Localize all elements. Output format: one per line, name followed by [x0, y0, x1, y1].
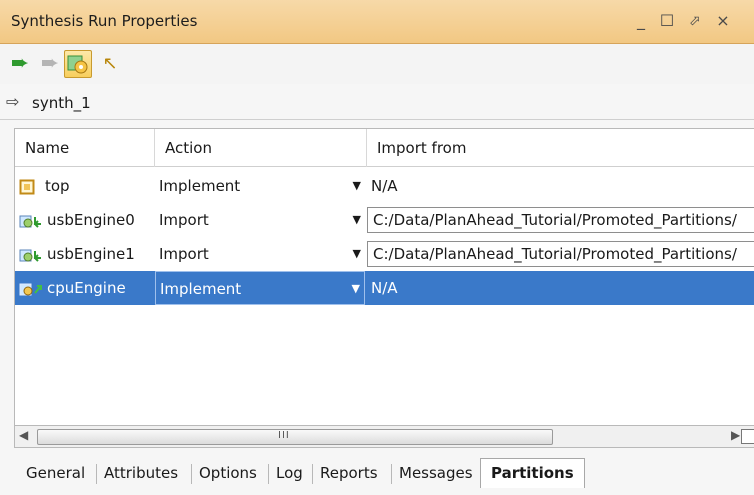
forward-arrow-icon[interactable]: ➨: [36, 50, 64, 78]
tab-general[interactable]: General: [26, 464, 85, 482]
tab-divider: [268, 464, 269, 484]
breadcrumb: ⇨ synth_1: [0, 86, 754, 120]
action-dropdown[interactable]: Import ▼: [155, 237, 365, 271]
tab-divider: [312, 464, 313, 484]
scroll-left-icon[interactable]: ◀: [19, 428, 28, 442]
tab-reports[interactable]: Reports: [320, 464, 378, 482]
action-value: Import: [159, 211, 209, 229]
toolbar: ➨ ➨ ↖: [0, 44, 754, 84]
tab-log[interactable]: Log: [276, 464, 303, 482]
table-row[interactable]: usbEngine1 Import ▼ C:/Data/PlanAhead_Tu…: [15, 237, 754, 271]
row-name: top: [45, 177, 70, 195]
tab-partitions[interactable]: Partitions: [480, 458, 585, 488]
action-value: Implement: [159, 177, 241, 195]
row-name: cpuEngine: [47, 279, 126, 297]
maximize-icon[interactable]: ☐: [656, 9, 678, 33]
corner-icon: [741, 429, 754, 444]
table-row[interactable]: top Implement ▼ N/A: [15, 169, 754, 203]
import-from-field[interactable]: C:/Data/PlanAhead_Tutorial/Promoted_Part…: [367, 203, 754, 237]
row-name: usbEngine1: [47, 245, 135, 263]
action-dropdown[interactable]: Implement ▼: [155, 271, 365, 305]
scrollbar-grip: III: [278, 430, 290, 441]
row-name: usbEngine0: [47, 211, 135, 229]
chevron-down-icon[interactable]: ▼: [353, 169, 361, 203]
back-arrow-icon[interactable]: ➨: [6, 50, 34, 78]
synthesis-run-properties-window: Synthesis Run Properties _ ☐ ⬀ × ➨ ➨ ↖ ⇨…: [0, 0, 754, 495]
bottom-tabs: General Attributes Options Log Reports M…: [0, 450, 754, 495]
title-bar: Synthesis Run Properties _ ☐ ⬀ ×: [0, 0, 754, 44]
minimize-icon[interactable]: _: [630, 9, 652, 33]
chevron-down-icon[interactable]: ▼: [352, 272, 360, 304]
action-value: Import: [159, 245, 209, 263]
column-header-action[interactable]: Action: [155, 129, 367, 167]
action-dropdown[interactable]: Import ▼: [155, 203, 365, 237]
tab-attributes[interactable]: Attributes: [104, 464, 178, 482]
action-value: Implement: [160, 280, 242, 298]
window-title: Synthesis Run Properties: [11, 12, 198, 30]
pointer-icon[interactable]: ↖: [96, 50, 124, 78]
close-icon[interactable]: ×: [712, 9, 734, 33]
chevron-down-icon[interactable]: ▼: [353, 203, 361, 237]
tab-messages[interactable]: Messages: [399, 464, 473, 482]
run-arrow-icon: ⇨: [6, 92, 20, 111]
import-from-field[interactable]: C:/Data/PlanAhead_Tutorial/Promoted_Part…: [367, 237, 754, 271]
table-header: Name Action Import from: [15, 129, 754, 167]
float-icon[interactable]: ⬀: [684, 9, 706, 33]
gear-settings-icon[interactable]: [64, 50, 92, 78]
action-dropdown[interactable]: Implement ▼: [155, 169, 365, 203]
import-from-value[interactable]: C:/Data/PlanAhead_Tutorial/Promoted_Part…: [367, 207, 754, 233]
tab-divider: [391, 464, 392, 484]
tab-divider: [191, 464, 192, 484]
partitions-table: Name Action Import from top Implement ▼ …: [14, 128, 754, 426]
tab-divider: [96, 464, 97, 484]
column-header-name[interactable]: Name: [15, 129, 155, 167]
table-row-selected[interactable]: cpuEngine Implement ▼ N/A: [15, 271, 754, 305]
breadcrumb-label: synth_1: [32, 94, 91, 112]
import-from-value: N/A: [371, 279, 398, 297]
scroll-right-icon[interactable]: ▶: [731, 428, 740, 442]
horizontal-scrollbar[interactable]: ◀ III ▶: [14, 426, 754, 448]
import-from-value: N/A: [371, 177, 398, 195]
column-header-import-from[interactable]: Import from: [367, 129, 754, 167]
tab-options[interactable]: Options: [199, 464, 257, 482]
import-from-value[interactable]: C:/Data/PlanAhead_Tutorial/Promoted_Part…: [367, 241, 754, 267]
table-row[interactable]: usbEngine0 Import ▼ C:/Data/PlanAhead_Tu…: [15, 203, 754, 237]
scrollbar-thumb[interactable]: III: [37, 429, 553, 445]
chevron-down-icon[interactable]: ▼: [353, 237, 361, 271]
